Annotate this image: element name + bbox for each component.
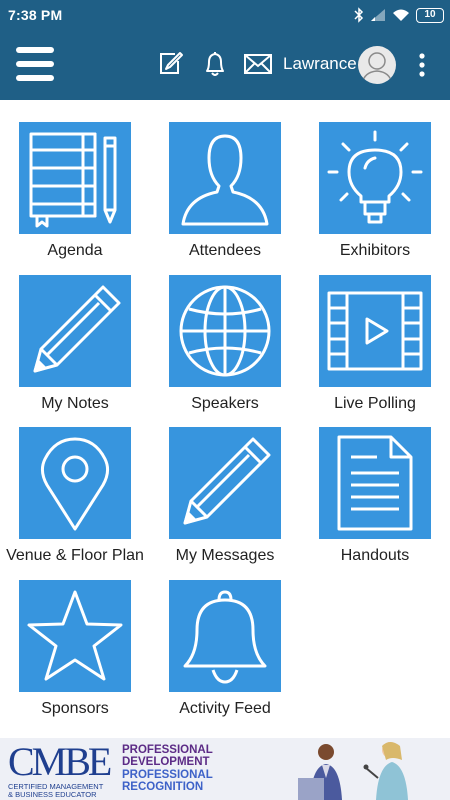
- tile-live-polling-label: Live Polling: [334, 395, 416, 412]
- tile-venue-floor-plan[interactable]: Venue & Floor Plan: [0, 427, 150, 577]
- tile-speakers[interactable]: Speakers: [150, 275, 300, 425]
- tile-attendees-box[interactable]: [169, 122, 281, 234]
- banner-line-4: RECOGNITION: [122, 781, 204, 793]
- tile-my-messages-box[interactable]: [169, 427, 281, 539]
- banner-line-1: PROFESSIONAL: [122, 744, 213, 756]
- battery-level: 10: [424, 8, 436, 20]
- cmbe-logo: CMBE: [8, 739, 112, 784]
- avatar-person-icon: [361, 52, 393, 84]
- tile-sponsors[interactable]: Sponsors: [0, 580, 150, 730]
- edit-icon[interactable]: [156, 50, 184, 78]
- tile-live-polling-box[interactable]: [319, 275, 431, 387]
- avatar[interactable]: [358, 46, 396, 84]
- tile-my-notes-label: My Notes: [41, 395, 109, 412]
- tile-activity-feed-box[interactable]: [169, 580, 281, 692]
- lightbulb-icon: [327, 130, 423, 224]
- status-bar: 7:38 PM 10: [0, 0, 450, 30]
- tile-sponsors-label: Sponsors: [41, 700, 109, 717]
- tile-agenda-label: Agenda: [47, 242, 103, 259]
- tile-activity-feed[interactable]: Activity Feed: [150, 580, 300, 730]
- pencil-icon: [33, 285, 121, 373]
- document-icon: [337, 435, 413, 531]
- app-bar: Lawrance: [0, 30, 450, 100]
- banner-line-3: PROFESSIONAL: [122, 769, 213, 781]
- hamburger-menu-icon[interactable]: [16, 47, 54, 81]
- video-film-icon: [327, 291, 423, 371]
- banner-people-illustration: [298, 742, 408, 800]
- tile-live-polling[interactable]: Live Polling: [300, 275, 450, 425]
- pencil-icon: [183, 437, 271, 525]
- tile-my-messages-label: My Messages: [175, 547, 275, 564]
- wifi-icon: [393, 9, 409, 21]
- cmbe-logo-subtitle-2: & BUSINESS EDUCATOR: [8, 790, 97, 799]
- tile-agenda[interactable]: Agenda: [0, 122, 150, 272]
- tile-venue-floor-plan-box[interactable]: [19, 427, 131, 539]
- tile-venue-floor-plan-label: Venue & Floor Plan: [6, 547, 144, 564]
- tile-exhibitors[interactable]: Exhibitors: [300, 122, 450, 272]
- tile-attendees[interactable]: Attendees: [150, 122, 300, 272]
- tile-agenda-box[interactable]: [19, 122, 131, 234]
- status-icons: 10: [354, 6, 444, 24]
- tile-exhibitors-box[interactable]: [319, 122, 431, 234]
- tile-my-notes[interactable]: My Notes: [0, 275, 150, 425]
- map-pin-icon: [40, 437, 110, 531]
- battery-icon: 10: [416, 7, 444, 23]
- ad-banner[interactable]: CMBE CERTIFIED MANAGEMENT & BUSINESS EDU…: [0, 738, 450, 800]
- tile-exhibitors-label: Exhibitors: [339, 242, 411, 259]
- banner-line-2: DEVELOPMENT: [122, 756, 210, 768]
- signal-icon: [371, 9, 385, 21]
- status-time: 7:38 PM: [8, 7, 63, 23]
- bell-icon: [183, 590, 267, 684]
- tile-handouts[interactable]: Handouts: [300, 427, 450, 577]
- tile-speakers-box[interactable]: [169, 275, 281, 387]
- mail-icon[interactable]: [243, 50, 273, 78]
- star-icon: [27, 590, 123, 681]
- person-icon: [181, 134, 269, 226]
- tile-handouts-label: Handouts: [340, 547, 410, 564]
- bluetooth-icon: [354, 7, 364, 23]
- bell-icon[interactable]: [201, 50, 229, 78]
- tile-speakers-label: Speakers: [191, 395, 259, 412]
- tile-activity-feed-label: Activity Feed: [179, 700, 271, 717]
- tile-attendees-label: Attendees: [188, 242, 262, 259]
- globe-icon: [179, 285, 271, 377]
- user-name[interactable]: Lawrance: [283, 54, 357, 74]
- tile-sponsors-box[interactable]: [19, 580, 131, 692]
- tile-my-messages[interactable]: My Messages: [150, 427, 300, 577]
- more-options-icon[interactable]: [414, 50, 430, 80]
- tile-handouts-box[interactable]: [319, 427, 431, 539]
- notebook-pencil-icon: [29, 132, 117, 228]
- tile-my-notes-box[interactable]: [19, 275, 131, 387]
